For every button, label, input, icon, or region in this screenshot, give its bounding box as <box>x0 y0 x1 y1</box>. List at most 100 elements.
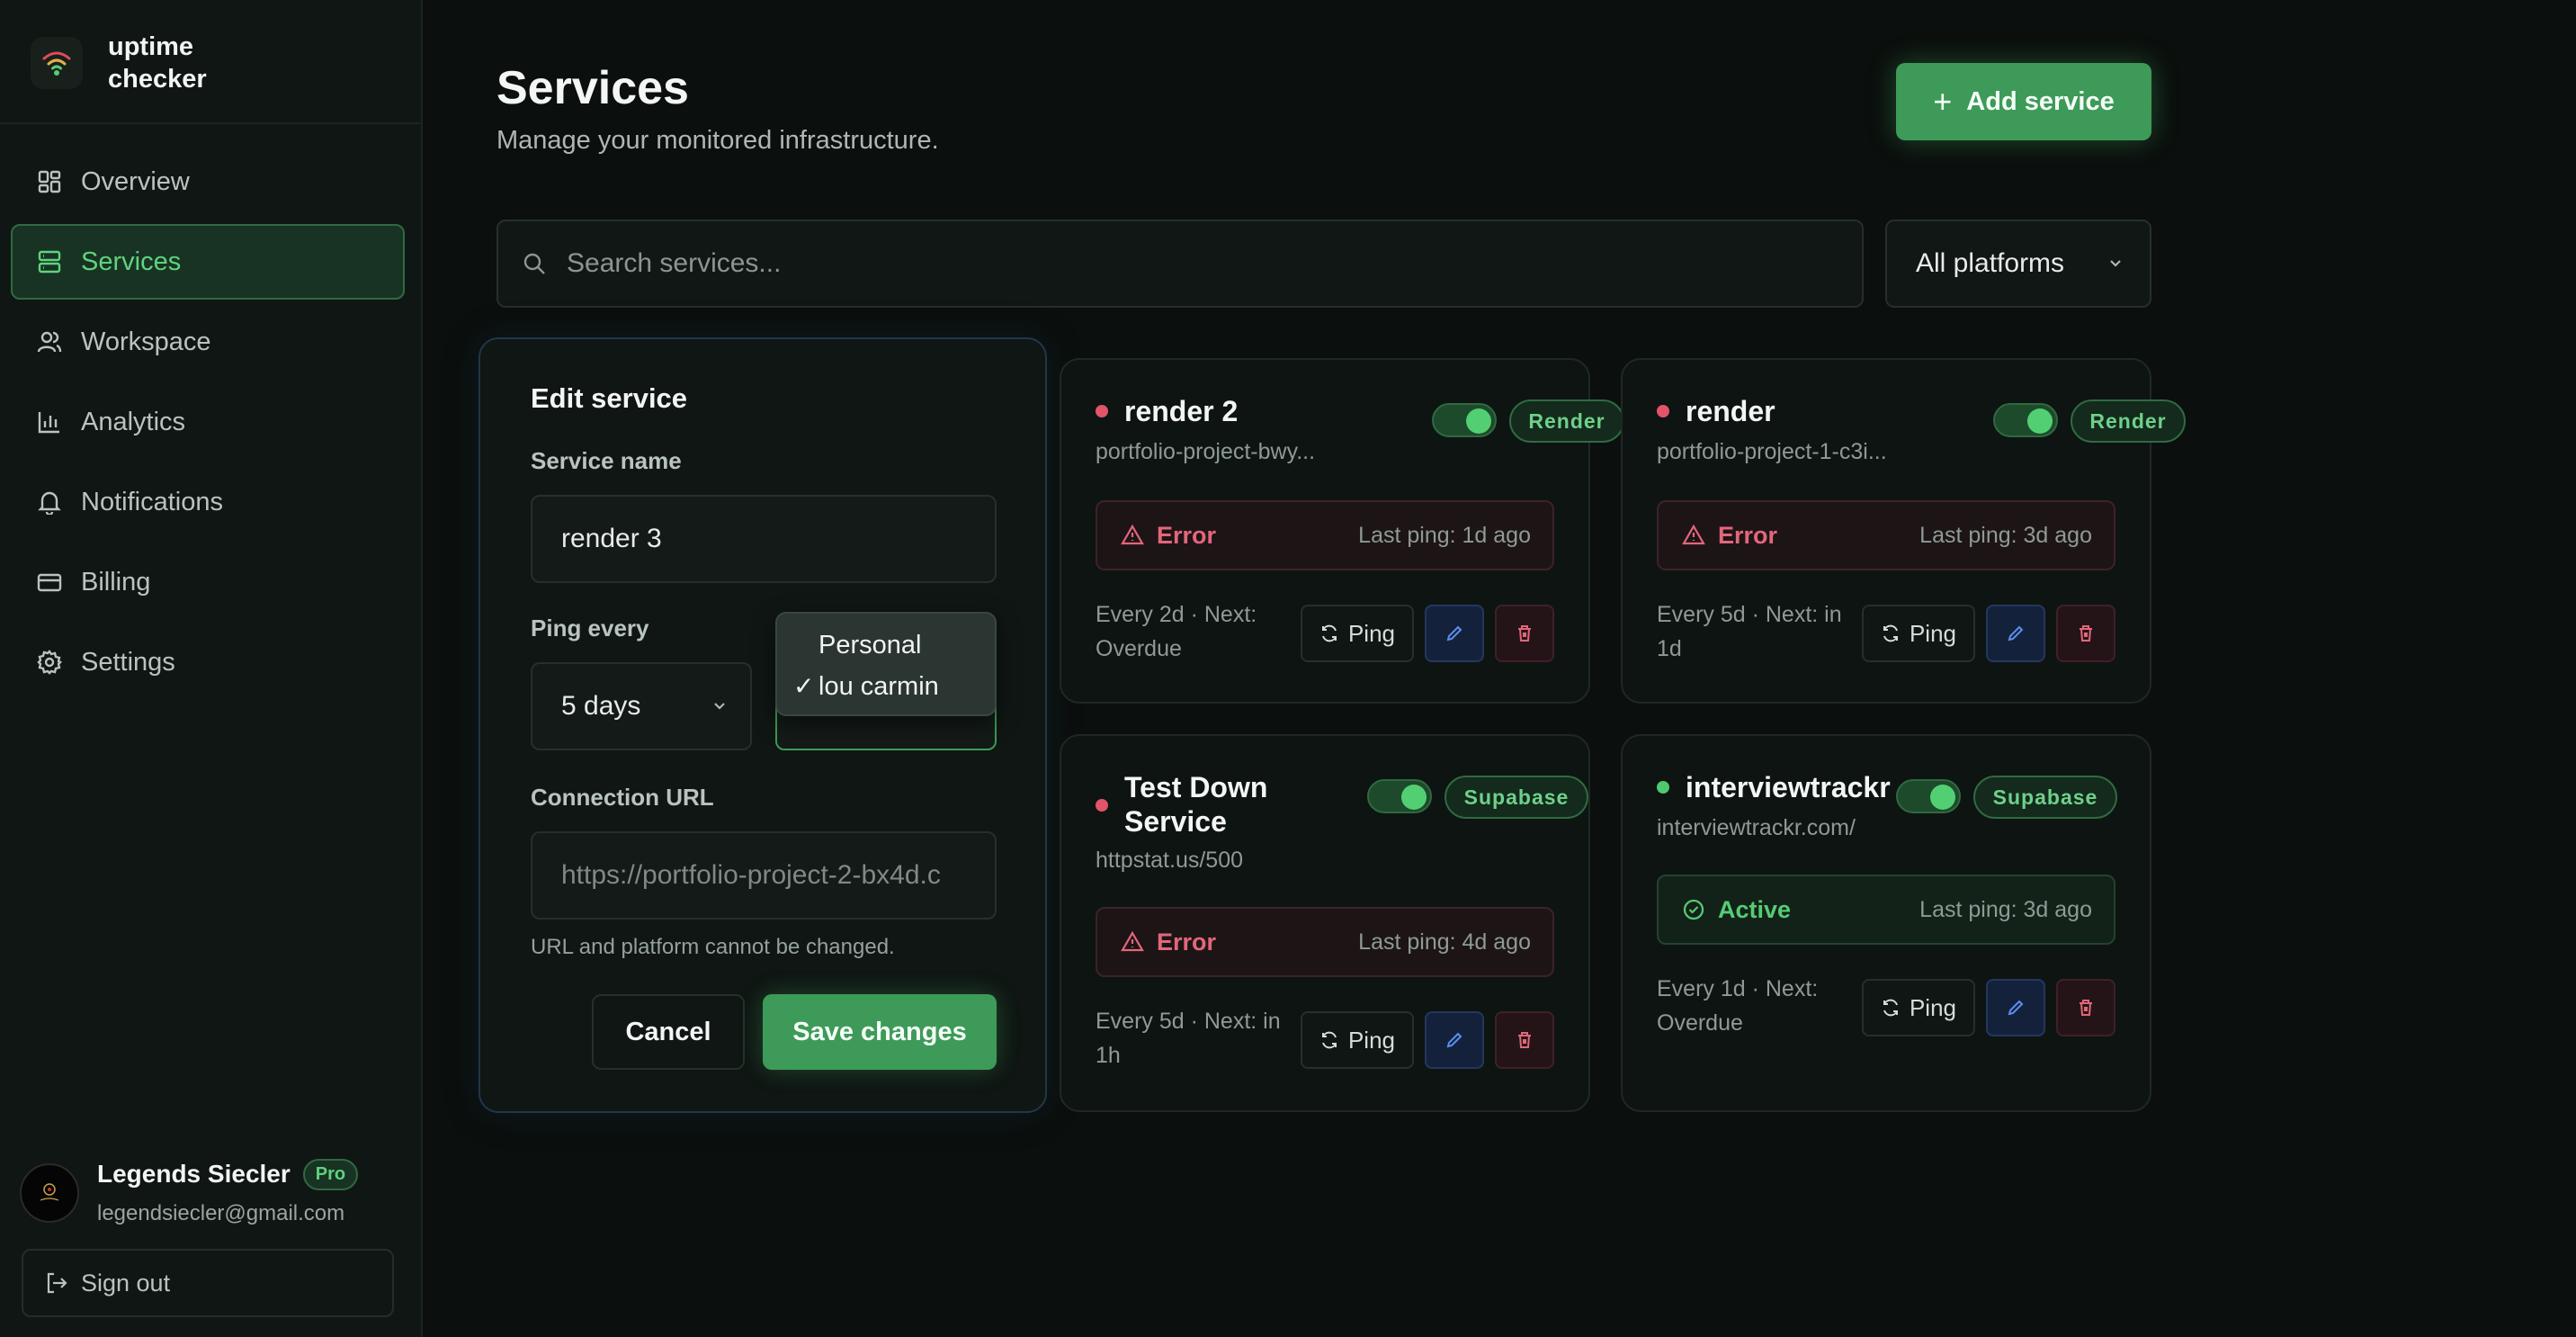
avatar <box>20 1163 79 1223</box>
schedule-text: Every 1d · Next: Overdue <box>1657 976 1819 1036</box>
platform-filter-value: All platforms <box>1916 248 2065 278</box>
add-service-button[interactable]: + Add service <box>1896 63 2151 140</box>
service-name: Test Down Service <box>1124 771 1268 838</box>
sidebar: uptime checker Overview Services Workspa… <box>0 0 423 1337</box>
ping-button[interactable]: Ping <box>1862 605 1975 662</box>
service-enabled-toggle[interactable] <box>1993 403 2058 437</box>
platform-badge: Supabase <box>1973 776 2117 819</box>
service-enabled-toggle[interactable] <box>1367 779 1432 813</box>
sidebar-item-services[interactable]: Services <box>11 224 405 300</box>
edit-button[interactable] <box>1425 1011 1484 1069</box>
ping-interval-label: Ping every <box>531 615 649 642</box>
last-ping: Last ping: 3d ago <box>1919 522 2092 548</box>
sidebar-item-analytics[interactable]: Analytics <box>11 384 405 460</box>
edit-button[interactable] <box>1425 605 1484 662</box>
status-box: Error Last ping: 1d ago <box>1096 500 1554 570</box>
service-url: httpstat.us/500 <box>1096 848 1244 873</box>
service-url: portfolio-project-1-c3i... <box>1657 439 1887 464</box>
service-name-field[interactable]: render 3 <box>531 495 997 583</box>
gear-icon <box>36 649 63 676</box>
platform-badge: Supabase <box>1445 776 1588 819</box>
status-dot <box>1096 405 1108 417</box>
status-box: Active Last ping: 3d ago <box>1657 875 2115 945</box>
connection-url-field: https://portfolio-project-2-bx4d.c <box>531 831 997 920</box>
url-note: URL and platform cannot be changed. <box>531 935 895 959</box>
refresh-icon <box>1881 998 1901 1018</box>
user-profile[interactable]: Legends Siecler Pro legendsiecler@gmail.… <box>20 1156 359 1226</box>
sign-out-button[interactable]: Sign out <box>22 1249 394 1317</box>
delete-button[interactable] <box>1495 605 1554 662</box>
search-input[interactable] <box>567 248 1826 279</box>
sidebar-item-label: Services <box>81 247 182 276</box>
last-ping: Last ping: 1d ago <box>1358 522 1531 548</box>
trash-icon <box>2076 624 2096 643</box>
last-ping: Last ping: 3d ago <box>1919 896 2092 922</box>
page-subtitle: Manage your monitored infrastructure. <box>496 126 939 155</box>
connection-url-label: Connection URL <box>531 784 714 811</box>
sidebar-item-settings[interactable]: Settings <box>11 624 405 700</box>
sidebar-item-billing[interactable]: Billing <box>11 544 405 620</box>
sidebar-item-overview[interactable]: Overview <box>11 144 405 220</box>
service-url: interviewtrackr.com/ <box>1657 815 1856 840</box>
status-dot <box>1657 781 1669 794</box>
workspace-option-personal[interactable]: Personal <box>777 624 995 666</box>
chevron-down-icon <box>711 697 729 715</box>
edit-button[interactable] <box>1986 979 2045 1036</box>
sidebar-item-label: Notifications <box>81 487 223 516</box>
brand[interactable]: uptime checker <box>31 31 234 95</box>
app-name: uptime checker <box>108 32 207 94</box>
service-card: interviewtrackr Supabase interviewtrackr… <box>1621 734 2151 1112</box>
schedule-text: Every 5d · Next: in 1d <box>1657 602 1842 661</box>
check-icon: ✓ <box>793 672 815 700</box>
sidebar-nav: Overview Services Workspace Analytics No… <box>11 144 405 704</box>
sidebar-item-workspace[interactable]: Workspace <box>11 304 405 380</box>
alert-triangle-icon <box>1121 524 1144 547</box>
search-bar <box>496 220 1864 308</box>
service-card: render Render portfolio-project-1-c3i...… <box>1621 358 2186 704</box>
ping-button[interactable]: Ping <box>1301 605 1414 662</box>
user-email: legendsiecler@gmail.com <box>97 1201 345 1225</box>
pencil-icon <box>1445 624 1464 643</box>
workspace-option-lou-carmin[interactable]: ✓ lou carmin <box>777 666 995 707</box>
service-name: render 2 <box>1124 395 1239 427</box>
service-card: Test Down Service Supabase httpstat.us/5… <box>1060 734 1590 1112</box>
ping-interval-select[interactable]: 5 days <box>531 662 752 750</box>
edit-service-panel: Edit service Service name render 3 Ping … <box>479 337 1047 1113</box>
refresh-icon <box>1319 624 1339 643</box>
platform-badge: Render <box>2071 399 2186 443</box>
delete-button[interactable] <box>2056 605 2115 662</box>
service-enabled-toggle[interactable] <box>1896 779 1961 813</box>
sidebar-item-label: Settings <box>81 647 175 677</box>
cancel-button[interactable]: Cancel <box>592 994 745 1070</box>
ping-interval-value: 5 days <box>561 691 641 721</box>
wifi-logo-icon <box>31 37 83 89</box>
service-url: portfolio-project-bwy... <box>1096 439 1316 464</box>
credit-card-icon <box>36 569 63 596</box>
workspace-dropdown-menu: Personal ✓ lou carmin <box>775 612 997 716</box>
status-label: Error <box>1157 928 1217 956</box>
log-out-icon <box>45 1271 68 1295</box>
last-ping: Last ping: 4d ago <box>1358 929 1531 955</box>
schedule-text: Every 2d · Next: Overdue <box>1096 602 1257 661</box>
save-changes-button[interactable]: Save changes <box>763 994 997 1070</box>
schedule-text: Every 5d · Next: in 1h <box>1096 1009 1281 1068</box>
platform-filter-select[interactable]: All platforms <box>1885 220 2151 308</box>
delete-button[interactable] <box>1495 1011 1554 1069</box>
ping-button[interactable]: Ping <box>1862 979 1975 1036</box>
service-enabled-toggle[interactable] <box>1432 403 1497 437</box>
edit-button[interactable] <box>1986 605 2045 662</box>
add-service-label: Add service <box>1966 86 2115 116</box>
sidebar-item-label: Billing <box>81 567 151 597</box>
sidebar-item-notifications[interactable]: Notifications <box>11 464 405 540</box>
grid-icon <box>36 168 63 195</box>
ping-button[interactable]: Ping <box>1301 1011 1414 1069</box>
trash-icon <box>2076 998 2096 1018</box>
status-dot <box>1096 799 1108 812</box>
sidebar-divider <box>0 122 423 124</box>
delete-button[interactable] <box>2056 979 2115 1036</box>
chevron-down-icon <box>2106 255 2124 273</box>
plus-icon: + <box>1933 83 1953 120</box>
pencil-icon <box>2006 998 2026 1018</box>
sidebar-item-label: Workspace <box>81 327 211 356</box>
status-label: Error <box>1718 521 1778 549</box>
